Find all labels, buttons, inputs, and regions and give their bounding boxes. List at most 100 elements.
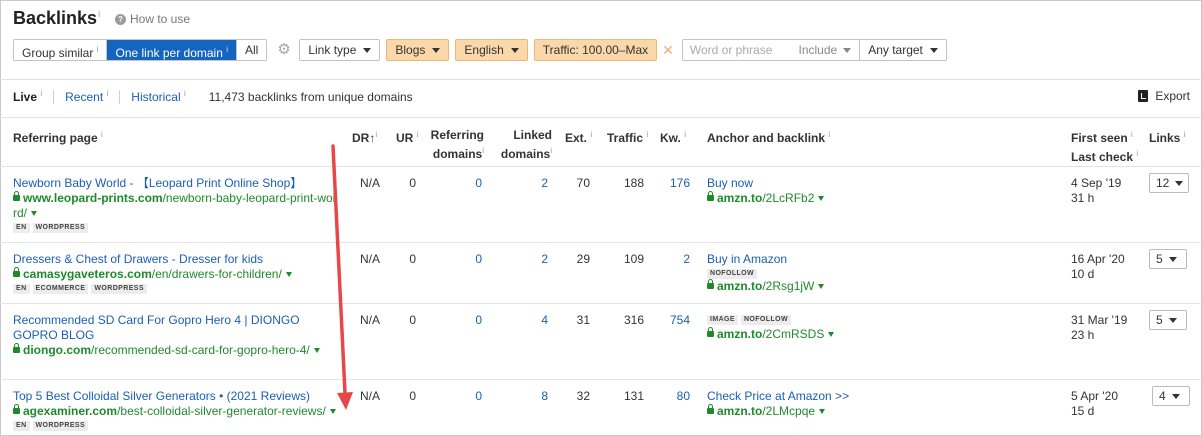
anchor-tags: IMAGE NOFOLLOW	[707, 315, 834, 325]
referring-page-url[interactable]: camasygaveteros.com/en/drawers-for-child…	[13, 267, 338, 282]
backlink-url[interactable]: amzn.to/2LcRFb2	[707, 191, 825, 206]
links-dropdown[interactable]: 12	[1149, 173, 1189, 193]
tab-live[interactable]: Live i	[13, 89, 42, 104]
referring-page-title[interactable]: Recommended SD Card For Gopro Hero 4 | D…	[13, 313, 338, 328]
col-traffic[interactable]: Traffic i	[607, 127, 648, 146]
first-seen-value: 5 Apr '20	[1071, 389, 1118, 403]
title-info-icon[interactable]: i	[98, 9, 100, 19]
linked-domains-value[interactable]: 8	[505, 389, 548, 404]
row-divider	[0, 379, 1202, 380]
chevron-down-icon[interactable]	[819, 409, 826, 414]
linked-domains-value[interactable]: 2	[505, 252, 548, 267]
dr-value: N/A	[360, 389, 381, 403]
referring-page-title[interactable]: Dressers & Chest of Drawers - Dresser fo…	[13, 252, 338, 267]
divider	[53, 89, 55, 104]
backlink-url[interactable]: amzn.to/2LMcpqe	[707, 404, 849, 419]
anchor-text[interactable]: Buy now	[707, 176, 824, 191]
link-type-dropdown[interactable]: Link type	[299, 39, 381, 61]
chevron-down-icon[interactable]	[329, 409, 336, 414]
tab-recent[interactable]: Recent i	[65, 89, 108, 104]
chevron-down-icon	[1168, 256, 1177, 262]
col-referring-domains[interactable]: Referring domainsi	[418, 127, 484, 162]
first-seen-value: 31 Mar '19	[1071, 313, 1128, 327]
col-anchor-backlink[interactable]: Anchor and backlink i	[707, 127, 830, 146]
row-divider	[0, 303, 1202, 304]
col-dr[interactable]: DR↑i	[352, 127, 377, 146]
chevron-down-icon[interactable]	[828, 332, 835, 337]
export-icon	[1138, 90, 1149, 102]
col-ext[interactable]: Ext. i	[565, 127, 592, 146]
tag-badge: WORDPRESS	[91, 284, 147, 294]
referring-domains-value[interactable]: 0	[440, 389, 482, 404]
anchor-tags: NOFOLLOW	[707, 269, 824, 279]
referring-page-url[interactable]: agexaminer.com/best-colloidal-silver-gen…	[13, 404, 338, 419]
group-similar-button[interactable]: Group similar i	[14, 40, 108, 60]
tag-badge: WORDPRESS	[32, 421, 89, 431]
backlink-url[interactable]: amzn.to/2CmRSDS	[707, 327, 835, 342]
first-seen-value: 16 Apr '20	[1071, 252, 1125, 266]
tag-badge: EN	[13, 421, 30, 431]
one-link-per-domain-button[interactable]: One link per domain i	[107, 40, 237, 60]
links-dropdown[interactable]: 5	[1149, 249, 1187, 269]
anchor-text[interactable]: Check Price at Amazon >>	[707, 389, 849, 404]
mode-tabs: Live i Recent i Historical i 11,473 back…	[13, 89, 413, 104]
col-linked-domains[interactable]: Linked domainsi	[488, 127, 552, 162]
links-dropdown[interactable]: 5	[1149, 310, 1187, 330]
traffic-filter-button[interactable]: Traffic: 100.00–Max	[533, 39, 658, 61]
kw-value[interactable]: 2	[655, 252, 690, 267]
how-to-use-link[interactable]: ? How to use	[115, 12, 190, 26]
kw-value[interactable]: 754	[655, 313, 690, 328]
linked-domains-value[interactable]: 2	[505, 176, 548, 191]
links-dropdown[interactable]: 4	[1152, 386, 1190, 406]
dr-value: N/A	[360, 313, 381, 327]
language-filter-dropdown[interactable]: English	[455, 39, 528, 61]
image-badge: IMAGE	[707, 315, 738, 325]
col-first-seen[interactable]: First seen i Last check i	[1071, 127, 1138, 165]
referring-domains-value[interactable]: 0	[440, 313, 482, 328]
referring-domains-value[interactable]: 0	[440, 176, 482, 191]
tab-historical[interactable]: Historical i	[131, 89, 185, 104]
blogs-filter-dropdown[interactable]: Blogs	[386, 39, 450, 61]
lock-icon	[707, 327, 714, 337]
col-ur[interactable]: UR i	[396, 127, 418, 146]
linked-domains-value[interactable]: 4	[505, 313, 548, 328]
tag-badge: EN	[13, 223, 30, 233]
chevron-down-icon	[1168, 317, 1177, 323]
referring-page-url-cont[interactable]: rd/	[13, 206, 27, 220]
kw-value[interactable]: 176	[655, 176, 690, 191]
chevron-down-icon[interactable]	[285, 272, 292, 277]
chevron-down-icon	[1175, 180, 1184, 186]
ext-value: 31	[576, 313, 590, 327]
any-target-dropdown[interactable]: Any target	[860, 40, 946, 60]
search-input[interactable]: Word or phrase	[683, 40, 795, 60]
col-links[interactable]: Links i	[1149, 127, 1185, 146]
referring-domains-value[interactable]: 0	[440, 252, 482, 267]
col-referring-page[interactable]: Referring page i	[13, 127, 103, 146]
chevron-down-icon[interactable]	[313, 348, 320, 353]
anchor-text[interactable]: Buy in Amazon	[707, 252, 824, 267]
export-button[interactable]: Export	[1138, 89, 1190, 103]
chevron-down-icon[interactable]	[818, 284, 825, 289]
backlink-url[interactable]: amzn.to/2Rsg1jW	[707, 279, 825, 294]
export-label: Export	[1155, 89, 1190, 103]
referring-page-url[interactable]: diongo.com/recommended-sd-card-for-gopro…	[13, 343, 338, 358]
chevron-down-icon[interactable]	[818, 196, 825, 201]
referring-page-title-cont[interactable]: GOPRO BLOG	[13, 328, 338, 343]
dr-value: N/A	[360, 176, 381, 190]
referring-page-title[interactable]: Newborn Baby World - 【Leopard Print Onli…	[13, 176, 338, 191]
lock-icon	[13, 267, 20, 277]
col-kw[interactable]: Kw. i	[660, 127, 686, 146]
kw-value[interactable]: 80	[655, 389, 690, 404]
chevron-down-icon[interactable]	[31, 211, 38, 216]
last-check-value: 31 h	[1071, 191, 1095, 205]
all-button[interactable]: All	[237, 40, 267, 60]
clear-filters-icon[interactable]: ✕	[662, 43, 674, 57]
traffic-value: 109	[623, 252, 644, 266]
tag-badge: EN	[13, 284, 30, 294]
tag-badge: WORDPRESS	[32, 223, 89, 233]
referring-page-title[interactable]: Top 5 Best Colloidal Silver Generators •…	[13, 389, 338, 404]
traffic-value: 188	[623, 176, 644, 190]
include-dropdown[interactable]: Include	[794, 40, 861, 60]
gear-icon[interactable]: ⚙	[277, 42, 291, 57]
referring-page-url[interactable]: www.leopard-prints.com/newborn-baby-leop…	[13, 191, 338, 206]
